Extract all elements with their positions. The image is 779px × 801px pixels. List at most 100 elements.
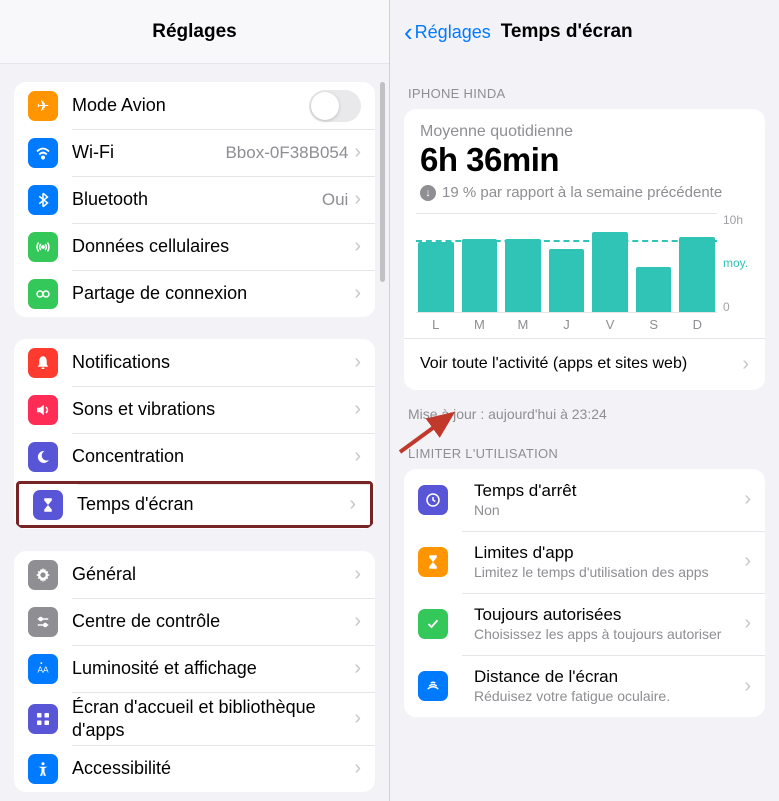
chevron-right-icon: › [354, 351, 361, 374]
row-label: Données cellulaires [72, 235, 354, 258]
row-label: Luminosité et affichage [72, 657, 354, 680]
bluetooth-icon [28, 185, 58, 215]
chevron-right-icon: › [354, 757, 361, 780]
chart-y-labels: 10h moy. 0 [717, 213, 753, 332]
settings-group-general: Général › Centre de contrôle › AA Lumino… [14, 551, 375, 792]
row-label: Limites d'app [474, 543, 732, 563]
chart-bars [416, 213, 717, 313]
row-label: Wi-Fi [72, 141, 225, 164]
day-label: L [418, 317, 454, 332]
row-label: Centre de contrôle [72, 610, 354, 633]
airplane-toggle[interactable] [309, 90, 361, 122]
ytick-bot: 0 [723, 300, 753, 314]
scrollbar[interactable] [380, 82, 385, 282]
hourglass-icon [418, 547, 448, 577]
chevron-right-icon: › [744, 550, 751, 573]
usage-chart: LMMJVSD 10h moy. 0 [404, 213, 765, 338]
chevron-right-icon: › [354, 235, 361, 258]
day-label: D [679, 317, 715, 332]
row-label: Notifications [72, 351, 354, 374]
row-home-screen[interactable]: Écran d'accueil et bibliothèque d'apps › [14, 692, 375, 745]
row-label: Mode Avion [72, 94, 309, 117]
chevron-right-icon: › [744, 488, 751, 511]
row-downtime[interactable]: Temps d'arrêt Non › [404, 469, 765, 531]
chart-bar [418, 242, 454, 311]
row-cellular[interactable]: Données cellulaires › [14, 223, 375, 270]
chevron-right-icon: › [742, 353, 749, 376]
chart-bar [505, 239, 541, 311]
row-screen-time[interactable]: Temps d'écran › [16, 481, 373, 528]
row-sub: Limitez le temps d'utilisation des apps [474, 563, 732, 581]
ytick-top: 10h [723, 213, 753, 227]
bell-icon [28, 348, 58, 378]
row-label: Écran d'accueil et bibliothèque d'apps [72, 696, 354, 741]
chevron-left-icon: ‹ [404, 19, 413, 45]
chevron-right-icon: › [354, 141, 361, 164]
row-sub: Choisissez les apps à toujours autoriser [474, 625, 732, 643]
row-app-limits[interactable]: Limites d'app Limitez le temps d'utilisa… [404, 531, 765, 593]
chevron-right-icon: › [354, 445, 361, 468]
row-general[interactable]: Général › [14, 551, 375, 598]
hotspot-icon [28, 279, 58, 309]
row-notifications[interactable]: Notifications › [14, 339, 375, 386]
chart-bar [549, 249, 585, 311]
ytick-mid: moy. [723, 256, 753, 270]
grid-icon [28, 704, 58, 734]
chevron-right-icon: › [354, 707, 361, 730]
row-control-center[interactable]: Centre de contrôle › [14, 598, 375, 645]
limit-header: LIMITER L'UTILISATION [404, 440, 765, 469]
waves-icon [418, 671, 448, 701]
chevron-right-icon: › [354, 188, 361, 211]
brightness-icon: AA [28, 654, 58, 684]
updated-text: Mise à jour : aujourd'hui à 23:24 [404, 400, 765, 440]
back-label: Réglages [415, 22, 491, 43]
avg-line [416, 240, 717, 242]
speaker-icon [28, 395, 58, 425]
airplane-icon: ✈ [28, 91, 58, 121]
row-sounds[interactable]: Sons et vibrations › [14, 386, 375, 433]
back-button[interactable]: ‹ Réglages [404, 19, 491, 45]
chevron-right-icon: › [744, 675, 751, 698]
screen-time-header: ‹ Réglages Temps d'écran [390, 0, 779, 64]
row-airplane-mode[interactable]: ✈ Mode Avion [14, 82, 375, 129]
row-wifi[interactable]: Wi-Fi Bbox-0F38B054 › [14, 129, 375, 176]
screen-time-content[interactable]: IPHONE HINDA Moyenne quotidienne 6h 36mi… [390, 64, 779, 801]
row-screen-distance[interactable]: Distance de l'écran Réduisez votre fatig… [404, 655, 765, 717]
row-label: Accessibilité [72, 757, 354, 780]
row-label: Temps d'écran [77, 493, 349, 516]
chart-bar [592, 232, 628, 311]
row-label: Général [72, 563, 354, 586]
row-label: Toujours autorisées [474, 605, 732, 625]
settings-title: Réglages [152, 21, 236, 43]
day-label: J [549, 317, 585, 332]
row-label: Bluetooth [72, 188, 322, 211]
day-label: V [592, 317, 628, 332]
chart-day-labels: LMMJVSD [416, 313, 717, 332]
row-hotspot[interactable]: Partage de connexion › [14, 270, 375, 317]
wifi-icon [28, 138, 58, 168]
chevron-right-icon: › [354, 610, 361, 633]
check-shield-icon [418, 609, 448, 639]
row-bluetooth[interactable]: Bluetooth Oui › [14, 176, 375, 223]
row-brightness[interactable]: AA Luminosité et affichage › [14, 645, 375, 692]
accessibility-icon [28, 754, 58, 784]
settings-header: Réglages [0, 0, 389, 64]
day-label: M [505, 317, 541, 332]
see-all-activity-link[interactable]: Voir toute l'activité (apps et sites web… [404, 338, 765, 390]
row-always-allowed[interactable]: Toujours autorisées Choisissez les apps … [404, 593, 765, 655]
row-accessibility[interactable]: Accessibilité › [14, 745, 375, 792]
chevron-right-icon: › [354, 282, 361, 305]
row-focus[interactable]: Concentration › [14, 433, 375, 480]
device-header: IPHONE HINDA [404, 80, 765, 109]
cellular-icon [28, 232, 58, 262]
row-sub: Réduisez votre fatigue oculaire. [474, 687, 732, 705]
limit-group: Temps d'arrêt Non › Limites d'app Limite… [404, 469, 765, 718]
settings-list[interactable]: ✈ Mode Avion Wi-Fi Bbox-0F38B054 › Bluet… [0, 64, 389, 801]
avg-label: Moyenne quotidienne [420, 123, 749, 141]
chevron-right-icon: › [354, 398, 361, 421]
arrow-down-circle-icon: ↓ [420, 185, 436, 201]
chart-bar [636, 267, 672, 312]
delta-text: 19 % par rapport à la semaine précédente [442, 183, 722, 203]
page-title: Temps d'écran [501, 21, 633, 43]
link-label: Voir toute l'activité (apps et sites web… [420, 355, 742, 373]
